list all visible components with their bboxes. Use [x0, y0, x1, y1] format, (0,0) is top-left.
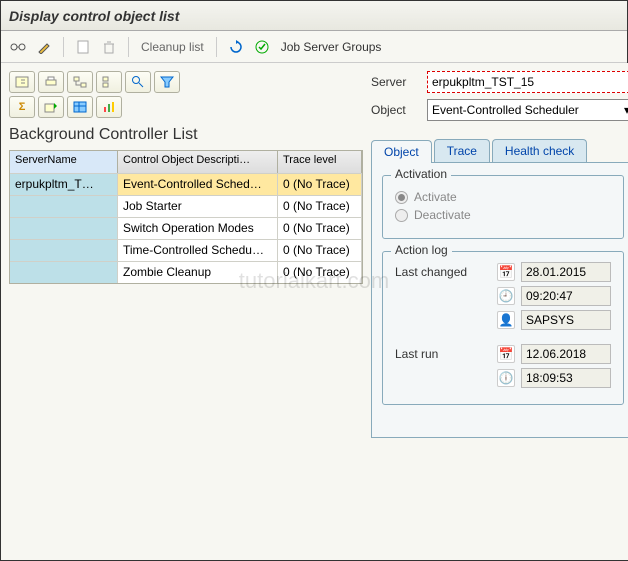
find-icon[interactable] [125, 71, 151, 93]
activate-label: Activate [414, 190, 457, 204]
activation-title: Activation [391, 167, 451, 181]
tab-object[interactable]: Object [371, 140, 432, 163]
cell-desc: Zombie Cleanup [118, 262, 278, 283]
grid-header: ServerName Control Object Descripti… Tra… [10, 151, 362, 173]
run-time: 18:09:53 [521, 368, 611, 388]
col-servername[interactable]: ServerName [10, 151, 118, 173]
cleanup-list-link[interactable]: Cleanup list [137, 40, 208, 54]
filter-icon[interactable] [154, 71, 180, 93]
tree-off-icon[interactable] [96, 71, 122, 93]
object-select[interactable]: Event-Controlled Scheduler ▾ [427, 99, 628, 121]
window-title: Display control object list [9, 8, 179, 24]
cell-server [10, 196, 118, 217]
activate-radio: Activate [395, 190, 611, 204]
separator [216, 37, 217, 57]
cell-desc: Job Starter [118, 196, 278, 217]
last-changed-label: Last changed [395, 265, 491, 279]
calendar-icon: 📅 [497, 263, 515, 281]
main-toolbar: Cleanup list Job Server Groups [1, 31, 627, 63]
cell-server [10, 240, 118, 261]
cell-trace: 0 (No Trace) [278, 196, 362, 217]
activation-group: Activation Activate Deactivate [382, 175, 624, 239]
glasses-icon[interactable] [7, 36, 29, 58]
job-server-groups-link[interactable]: Job Server Groups [277, 40, 386, 54]
grid-toolbar-row1 [9, 71, 363, 93]
cell-trace: 0 (No Trace) [278, 218, 362, 239]
last-run-label: Last run [395, 347, 491, 361]
pencil-icon[interactable] [33, 36, 55, 58]
separator [128, 37, 129, 57]
actionlog-title: Action log [391, 243, 452, 257]
export-icon[interactable] [38, 96, 64, 118]
clock-icon: 🕕 [497, 369, 515, 387]
changed-date: 28.01.2015 [521, 262, 611, 282]
deactivate-radio: Deactivate [395, 208, 611, 222]
tab-body: Activation Activate Deactivate Action lo… [371, 163, 628, 438]
tree-on-icon[interactable] [67, 71, 93, 93]
table-row[interactable]: Time-Controlled Schedu… 0 (No Trace) [10, 239, 362, 261]
calendar-icon: 📅 [497, 345, 515, 363]
cell-trace: 0 (No Trace) [278, 174, 362, 195]
layout-icon[interactable] [67, 96, 93, 118]
changed-user: SAPSYS [521, 310, 611, 330]
table-row[interactable]: erpukpltm_T… Event-Controlled Sched… 0 (… [10, 173, 362, 195]
right-pane: Server Object Event-Controlled Scheduler… [371, 63, 628, 560]
cell-server: erpukpltm_T… [10, 174, 118, 195]
table-row[interactable]: Zombie Cleanup 0 (No Trace) [10, 261, 362, 283]
col-description[interactable]: Control Object Descripti… [118, 151, 278, 173]
delete-icon[interactable] [98, 36, 120, 58]
print-icon[interactable] [38, 71, 64, 93]
server-input[interactable] [427, 71, 628, 93]
run-date: 12.06.2018 [521, 344, 611, 364]
title-bar: Display control object list [1, 1, 627, 31]
server-label: Server [371, 75, 427, 89]
cell-desc: Time-Controlled Schedu… [118, 240, 278, 261]
details-icon[interactable] [9, 71, 35, 93]
col-trace[interactable]: Trace level [278, 151, 362, 173]
cell-desc: Event-Controlled Sched… [118, 174, 278, 195]
tab-health[interactable]: Health check [492, 139, 587, 162]
grid-table: ServerName Control Object Descripti… Tra… [9, 150, 363, 284]
separator [63, 37, 64, 57]
actionlog-group: Action log Last changed 📅 28.01.2015 🕘 0… [382, 251, 624, 405]
cell-desc: Switch Operation Modes [118, 218, 278, 239]
new-doc-icon[interactable] [72, 36, 94, 58]
deactivate-label: Deactivate [414, 208, 471, 222]
tabstrip: Object Trace Health check Activation Act… [371, 139, 628, 438]
cell-server [10, 218, 118, 239]
radio-icon [395, 209, 408, 222]
cell-trace: 0 (No Trace) [278, 262, 362, 283]
cell-trace: 0 (No Trace) [278, 240, 362, 261]
table-row[interactable]: Switch Operation Modes 0 (No Trace) [10, 217, 362, 239]
radio-icon [395, 191, 408, 204]
user-icon: 👤 [497, 311, 515, 329]
changed-time: 09:20:47 [521, 286, 611, 306]
sum-icon[interactable]: Σ [9, 96, 35, 118]
tab-trace[interactable]: Trace [434, 139, 490, 162]
object-label: Object [371, 103, 427, 117]
table-row[interactable]: Job Starter 0 (No Trace) [10, 195, 362, 217]
chevron-down-icon: ▾ [624, 103, 628, 117]
clock-icon: 🕘 [497, 287, 515, 305]
grid-toolbar-row2: Σ [9, 96, 363, 118]
object-value: Event-Controlled Scheduler [432, 103, 579, 117]
graphic-icon[interactable] [96, 96, 122, 118]
cell-server [10, 262, 118, 283]
grid-title: Background Controller List [9, 126, 363, 144]
left-pane: Σ Background Controller List ServerName … [1, 63, 371, 560]
check-icon[interactable] [251, 36, 273, 58]
refresh-icon[interactable] [225, 36, 247, 58]
